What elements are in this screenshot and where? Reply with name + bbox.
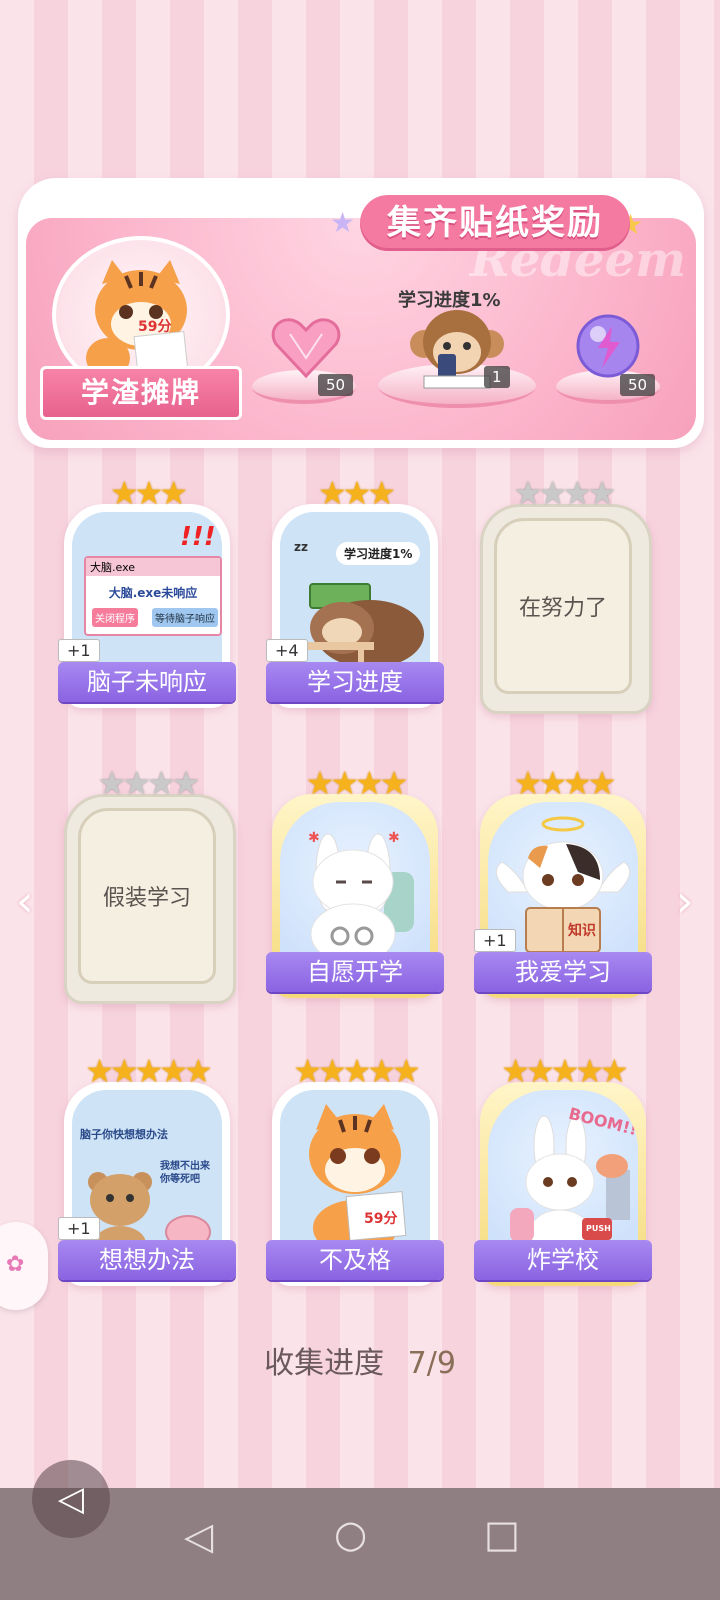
card-name: 自愿开学 xyxy=(266,952,444,992)
card-name: 想想办法 xyxy=(58,1240,236,1280)
svg-text:✱: ✱ xyxy=(308,830,320,846)
card-stars: ★★★ xyxy=(317,474,396,512)
duplicate-count: +1 xyxy=(58,639,100,662)
window-message: 大脑.exe未响应 xyxy=(108,586,198,600)
sticker-card-bunny[interactable]: ✱ ✱ ★★★★ 自愿开学 xyxy=(266,764,444,998)
reward-count-badge: 1 xyxy=(484,366,510,388)
sticker-card-locked[interactable]: 假装学习 ★★★★ xyxy=(64,764,236,1004)
window-title: 大脑.exe xyxy=(86,558,220,576)
card-art: ✱ ✱ xyxy=(280,802,430,972)
card-stars: ★★★★ xyxy=(513,474,617,512)
avatar-title: 学渣摊牌 xyxy=(40,366,242,420)
card-stars: ★★★★ xyxy=(97,764,201,802)
card-stars: ★★★★★ xyxy=(85,1052,212,1090)
sticker-card-boom[interactable]: BOOM!! PUSH ★★★★★ 炸学校 xyxy=(474,1052,652,1286)
tiger-icon xyxy=(309,1104,407,1256)
duplicate-count: +1 xyxy=(58,1217,100,1240)
card-stars: ★★★ xyxy=(109,474,188,512)
card-name: 炸学校 xyxy=(474,1240,652,1280)
sticker-card-angel-cat[interactable]: 知识 ★★★★ +1 我爱学习 xyxy=(474,764,652,998)
wait-brain-button: 等待脑子响应 xyxy=(152,608,218,627)
fan-icon: ✿ xyxy=(6,1252,25,1277)
duplicate-count: +4 xyxy=(266,639,308,662)
card-name: 学习进度 xyxy=(266,662,444,702)
chevron-left-icon[interactable]: ‹ xyxy=(16,876,34,927)
avatar-score: 59分 xyxy=(138,319,172,335)
triangle-icon: ◁ xyxy=(57,1479,85,1519)
chevron-right-icon[interactable]: › xyxy=(676,876,694,927)
card-locked-name: 在努力了 xyxy=(494,518,632,694)
bear-caption: 脑子你快想想办法 xyxy=(80,1128,168,1141)
collection-label: 收集进度 xyxy=(264,1346,385,1381)
card-stars: ★★★★ xyxy=(513,764,617,802)
close-program-button: 关闭程序 xyxy=(92,608,138,627)
sleep-zz: zz xyxy=(294,540,308,554)
nav-recents-icon[interactable]: □ xyxy=(484,1512,520,1556)
card-stars: ★★★★★ xyxy=(501,1052,628,1090)
progress-bubble: 学习进度1% xyxy=(336,542,421,565)
bunny-icon: ✱ ✱ xyxy=(308,830,414,965)
side-menu-bubble[interactable]: ✿ xyxy=(0,1222,48,1310)
banner-title: 集齐贴纸奖励 xyxy=(360,195,630,251)
sticker-card-locked[interactable]: 在努力了 ★★★★ xyxy=(480,474,652,714)
push-button-label: PUSH xyxy=(586,1224,611,1233)
card-name: 脑子未响应 xyxy=(58,662,236,702)
card-name: 我爱学习 xyxy=(474,952,652,992)
reward-count-badge: 50 xyxy=(620,374,656,396)
paper-score: 59分 xyxy=(364,1211,398,1227)
nav-home-icon[interactable]: ○ xyxy=(334,1512,367,1556)
sticker-card-progress[interactable]: zz 学习进度1% ★★★ +4 学习进度 xyxy=(266,474,444,708)
duplicate-count: +1 xyxy=(474,929,516,952)
sticker-card-bear[interactable]: 脑子你快想想办法 我想不出来 你等死吧 ★★★★★ +1 想想办法 xyxy=(58,1052,236,1286)
card-stars: ★★★★★ xyxy=(293,1052,420,1090)
book-label: 知识 xyxy=(568,923,596,939)
sticker-card-brain[interactable]: !!! 大脑.exe 大脑.exe未响应 关闭程序 等待脑子响应 ★★★ +1 … xyxy=(58,474,236,708)
exclaim-marks: !!! xyxy=(180,522,216,552)
collection-progress: 收集进度 7/9 xyxy=(0,1338,720,1382)
card-art: 59分 xyxy=(280,1090,430,1260)
card-name: 不及格 xyxy=(266,1240,444,1280)
svg-text:✱: ✱ xyxy=(388,830,400,846)
card-stars: ★★★★ xyxy=(305,764,409,802)
nav-back-icon[interactable]: ◁ xyxy=(184,1514,213,1558)
reward-count-badge: 50 xyxy=(318,374,354,396)
collection-value: 7/9 xyxy=(407,1346,456,1381)
purple-star-icon: ★ xyxy=(330,206,356,239)
sticker-card-tiger[interactable]: 59分 ★★★★★ 不及格 xyxy=(266,1052,444,1286)
card-art: BOOM!! PUSH xyxy=(488,1090,638,1260)
card-locked-name: 假装学习 xyxy=(78,808,216,984)
floating-back-button[interactable]: ◁ xyxy=(32,1460,110,1538)
